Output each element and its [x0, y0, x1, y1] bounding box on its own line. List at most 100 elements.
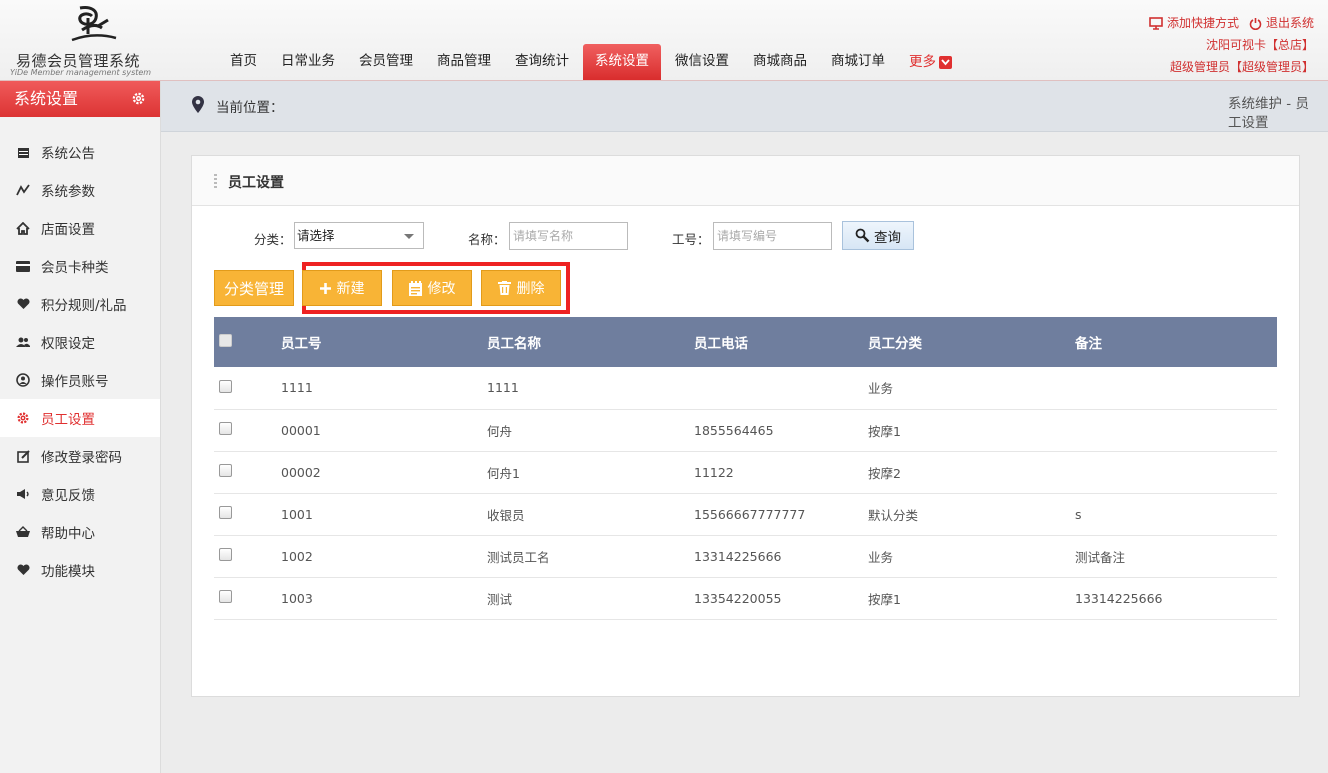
cell-staff-name: 测试: [487, 591, 513, 607]
new-button[interactable]: 新建: [302, 270, 382, 306]
cell-remark: [1074, 451, 1277, 493]
sidebar-item-modules[interactable]: 功能模块: [0, 551, 160, 589]
nav-item-products[interactable]: 商品管理: [425, 44, 503, 80]
megaphone-icon: [16, 487, 30, 501]
category-manage-button[interactable]: 分类管理: [214, 270, 294, 306]
cell-staff-name: 何舟1: [487, 465, 520, 481]
table-row[interactable]: 00002 何舟1 11122 按摩2: [214, 451, 1277, 493]
name-input[interactable]: [509, 222, 628, 250]
top-right-info: 添加快捷方式 退出系统 沈阳可视卡【总店】 超级管理员【超级管理员】: [1149, 12, 1314, 78]
row-checkbox[interactable]: [219, 590, 232, 603]
category-manage-label: 分类管理: [223, 279, 284, 298]
column-header-staff-name[interactable]: 员工名称: [486, 317, 693, 367]
sidebar-item-label: 操作员账号: [41, 374, 109, 390]
sidebar-item-permissions[interactable]: 权限设定: [0, 323, 160, 361]
heart-icon: [16, 297, 30, 311]
nav-item-system-settings[interactable]: 系统设置: [583, 44, 661, 80]
sidebar-item-label: 店面设置: [41, 222, 95, 238]
trash-icon: [497, 281, 511, 295]
breadcrumb: 当前位置： 系统维护 - 员工设置: [161, 81, 1328, 132]
table-row[interactable]: 1111 1111 业务: [214, 367, 1277, 409]
calendar-icon: [16, 145, 30, 159]
cell-staff-phone: 13354220055: [694, 590, 782, 606]
edit-button[interactable]: 修改: [392, 270, 472, 306]
location-pin-icon: [192, 96, 204, 113]
row-checkbox[interactable]: [219, 422, 232, 435]
cell-staff-no: 00001: [281, 422, 321, 438]
cell-staff-phone: [693, 367, 867, 409]
sidebar-item-label: 修改登录密码: [41, 450, 122, 466]
sidebar-title: 系统设置: [14, 89, 79, 108]
add-shortcut-label: 添加快捷方式: [1166, 16, 1239, 30]
gear-icon: [16, 411, 30, 425]
sidebar-item-store[interactable]: 店面设置: [0, 209, 160, 247]
nav-item-mall-products[interactable]: 商城商品: [741, 44, 819, 80]
sidebar-item-staff-settings[interactable]: 员工设置: [0, 399, 160, 437]
sidebar-item-label: 员工设置: [41, 412, 95, 428]
chevron-down-icon: [939, 55, 952, 69]
row-checkbox[interactable]: [219, 464, 232, 477]
table-header-row: 员工号 员工名称 员工电话 员工分类 备注: [214, 317, 1277, 367]
column-header-staff-no[interactable]: 员工号: [280, 317, 486, 367]
row-checkbox[interactable]: [219, 379, 232, 393]
sidebar-item-change-password[interactable]: 修改登录密码: [0, 437, 160, 475]
cell-staff-category: 业务: [868, 381, 894, 397]
table-row[interactable]: 1002 测试员工名 13314225666 业务 测试备注: [214, 535, 1277, 577]
cell-remark: [1074, 409, 1277, 451]
query-button-label: 查询: [874, 229, 901, 246]
nav-item-daily[interactable]: 日常业务: [269, 44, 347, 80]
cell-remark: s: [1075, 506, 1082, 522]
query-button[interactable]: 查询: [842, 221, 914, 250]
nav-item-more[interactable]: 更多: [897, 44, 964, 80]
row-checkbox[interactable]: [219, 548, 232, 561]
sidebar-item-parameters[interactable]: 系统参数: [0, 171, 160, 209]
column-header-staff-category[interactable]: 员工分类: [867, 317, 1074, 367]
nav-item-mall-orders[interactable]: 商城订单: [819, 44, 897, 80]
name-label: 名称：: [468, 232, 506, 247]
user-icon: [16, 373, 30, 387]
cell-staff-name: 测试员工名: [487, 549, 550, 565]
row-checkbox[interactable]: [219, 506, 232, 519]
table-row[interactable]: 1003 测试 13354220055 按摩1 13314225666: [214, 577, 1277, 619]
cell-staff-no: 00002: [281, 464, 321, 480]
table-row[interactable]: 00001 何舟 1855564465 按摩1: [214, 409, 1277, 451]
sidebar-item-points[interactable]: 积分规则/礼品: [0, 285, 160, 323]
column-header-remark[interactable]: 备注: [1074, 317, 1277, 367]
category-select[interactable]: 请选择: [294, 222, 424, 249]
add-shortcut-link[interactable]: 添加快捷方式: [1149, 12, 1239, 34]
delete-button[interactable]: 删除: [481, 270, 561, 306]
edit-icon: [16, 449, 30, 463]
edit-button-label: 修改: [427, 281, 456, 297]
sidebar-item-operators[interactable]: 操作员账号: [0, 361, 160, 399]
sidebar-item-label: 帮助中心: [41, 526, 95, 542]
code-input[interactable]: [713, 222, 832, 250]
caret-down-icon: [404, 234, 414, 239]
cell-staff-phone: 11122: [694, 464, 734, 480]
cell-remark: [1074, 367, 1277, 409]
logo-mark-icon: [71, 6, 117, 42]
logout-link[interactable]: 退出系统: [1249, 12, 1314, 34]
sidebar-item-feedback[interactable]: 意见反馈: [0, 475, 160, 513]
nav-item-members[interactable]: 会员管理: [347, 44, 425, 80]
nav-item-wechat[interactable]: 微信设置: [663, 44, 741, 80]
column-header-staff-phone[interactable]: 员工电话: [693, 317, 867, 367]
filter-row: 分类： 请选择 名称： 工号： 查询: [192, 221, 1299, 251]
sidebar-item-label: 系统公告: [41, 146, 95, 162]
monitor-icon: [1149, 16, 1163, 30]
chart-icon: [16, 183, 30, 197]
select-all-checkbox[interactable]: [219, 333, 232, 347]
nav-item-home[interactable]: 首页: [218, 44, 269, 80]
cell-staff-category: 业务: [868, 549, 894, 565]
sidebar-item-card-types[interactable]: 会员卡种类: [0, 247, 160, 285]
plus-icon: [319, 282, 331, 294]
nav-item-stats[interactable]: 查询统计: [503, 44, 581, 80]
cell-staff-phone: 1855564465: [694, 422, 774, 438]
sidebar-item-help[interactable]: 帮助中心: [0, 513, 160, 551]
cell-staff-category: 按摩2: [868, 465, 901, 481]
sidebar-item-label: 系统参数: [41, 184, 95, 200]
table-row[interactable]: 1001 收银员 15566667777777 默认分类 s: [214, 493, 1277, 535]
home-icon: [16, 221, 30, 235]
sidebar-item-announcement[interactable]: 系统公告: [0, 133, 160, 171]
cell-staff-name: 收银员: [487, 507, 525, 523]
cell-staff-phone: 15566667777777: [694, 506, 806, 522]
